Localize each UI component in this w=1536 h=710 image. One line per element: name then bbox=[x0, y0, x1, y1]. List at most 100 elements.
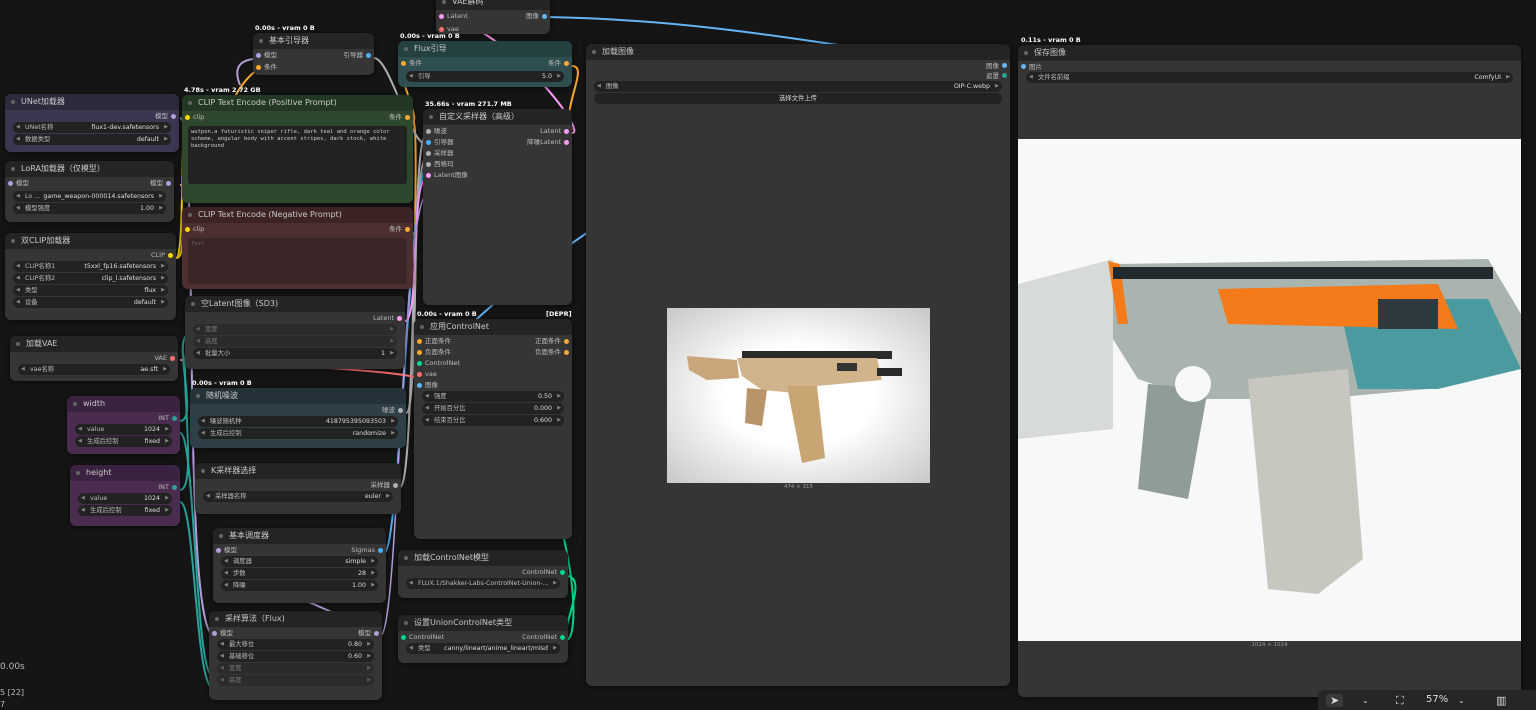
load-controlnet-node[interactable]: 加载ControlNet模型 ControlNet FLUX.1/Shakker… bbox=[398, 550, 568, 598]
negative-io[interactable]: 负面条件 负面条件 bbox=[414, 346, 572, 357]
clip-output[interactable]: CLIP bbox=[5, 249, 176, 260]
vae-decode-node[interactable]: VAE解码 Latent 图像 vae bbox=[436, 0, 550, 34]
vae-output[interactable]: VAE bbox=[10, 352, 178, 363]
strength-widget[interactable]: 强度0.50 bbox=[422, 391, 564, 402]
max-shift-widget[interactable]: 最大移位0.80 bbox=[217, 639, 374, 650]
image-input[interactable]: 图像 bbox=[414, 379, 572, 390]
denoise-widget[interactable]: 降噪1.00 bbox=[221, 580, 378, 591]
save-image-node[interactable]: 保存图像 图片 文件名前缀ComfyUI 1024 × 1024 bbox=[1018, 45, 1521, 697]
positive-io[interactable]: 正面条件 正面条件 bbox=[414, 335, 572, 346]
negative-textarea[interactable]: Text bbox=[188, 238, 407, 284]
int-output[interactable]: INT bbox=[67, 412, 180, 423]
height-value-widget[interactable]: value1024 bbox=[78, 493, 172, 504]
latent-output[interactable]: Latent bbox=[185, 312, 405, 323]
unet-name-widget[interactable]: UNet名称flux1-dev.safetensors bbox=[13, 122, 171, 133]
width-node[interactable]: width INT value1024 生成后控制fixed bbox=[67, 396, 180, 454]
random-noise-node[interactable]: 随机噪波 噪波 噪波随机种418795395093503 生成后控制random… bbox=[190, 388, 406, 448]
image-output[interactable]: 图像 bbox=[586, 60, 1010, 70]
custom-sampler-advanced-node[interactable]: 自定义采样器（高级） 噪波 Latent 引导器 降噪Latent 采样器 西格玛 … bbox=[423, 109, 572, 305]
vae-input[interactable]: vae bbox=[414, 368, 572, 379]
prompt-textarea[interactable]: wutpon,a futuristic sniper rifle, dark t… bbox=[188, 126, 407, 184]
width-widget[interactable]: 宽度 bbox=[217, 663, 374, 674]
select-tool-icon[interactable]: ➤ bbox=[1326, 694, 1344, 707]
strength-widget[interactable]: 模型强度1.00 bbox=[13, 203, 166, 214]
noise-input[interactable]: 噪波 Latent bbox=[423, 125, 572, 136]
controlnet-stat: 0.00s - vram 0 B bbox=[417, 310, 477, 318]
latent-input[interactable]: Latent图像 bbox=[436, 10, 550, 23]
zoom-chevron-icon[interactable]: ⌄ bbox=[1458, 696, 1465, 705]
latent-input[interactable]: Latent图像 bbox=[423, 169, 572, 180]
empty-latent-node[interactable]: 空Latent图像（SD3) Latent 宽度 高度 批量大小1 bbox=[185, 296, 405, 369]
node-title: VAE解码 bbox=[436, 0, 550, 10]
unet-loader-node[interactable]: UNet加载器 模型 UNet名称flux1-dev.safetensors 数… bbox=[5, 94, 179, 152]
minimap-icon[interactable]: ▥ bbox=[1496, 694, 1506, 707]
start-percent-widget[interactable]: 开始百分比0.000 bbox=[422, 403, 564, 414]
dtype-widget[interactable]: 数据类型default bbox=[13, 134, 171, 145]
controlnet-io[interactable]: ControlNet ControlNet bbox=[398, 631, 568, 642]
device-widget[interactable]: 设备default bbox=[13, 297, 168, 308]
steps-widget[interactable]: 步数28 bbox=[221, 568, 378, 579]
batch-size-widget[interactable]: 批量大小1 bbox=[193, 348, 397, 359]
width-control-widget[interactable]: 生成后控制fixed bbox=[75, 436, 172, 447]
cond-io[interactable]: 条件 条件 bbox=[398, 57, 572, 70]
model-io[interactable]: 模型 模型 bbox=[209, 627, 382, 638]
base-shift-widget[interactable]: 基础移位0.60 bbox=[217, 651, 374, 662]
chevron-down-icon[interactable]: ⌄ bbox=[1362, 696, 1369, 705]
image-select-widget[interactable]: 图像OIP-C.webp bbox=[594, 81, 1002, 92]
sampler-input[interactable]: 采样器 bbox=[423, 147, 572, 158]
vae-name-widget[interactable]: vae名称ae.sft bbox=[18, 364, 170, 375]
workflow-canvas[interactable]: VAE解码 Latent 图像 vae 0.00s - vram 0 B 基本引导… bbox=[0, 0, 1536, 710]
basic-scheduler-node[interactable]: 基本调度器 模型Sigmas 调度器simple 步数28 降噪1.00 bbox=[213, 528, 386, 603]
dual-clip-loader-node[interactable]: 双CLIP加载器 CLIP CLIP名称1t5xxl_fp16.safetens… bbox=[5, 233, 176, 320]
noise-seed-widget[interactable]: 噪波随机种418795395093503 bbox=[198, 416, 398, 427]
lora-name-widget[interactable]: Lo ...game_weapon-000014.safetensors bbox=[13, 191, 166, 202]
clip-positive-node[interactable]: CLIP Text Encode (Positive Prompt) clip 条… bbox=[182, 95, 413, 203]
clip-type-widget[interactable]: 类型flux bbox=[13, 285, 168, 296]
width-value-widget[interactable]: value1024 bbox=[75, 424, 172, 435]
sampler-name-widget[interactable]: 采样器名称euler bbox=[203, 491, 393, 502]
height-widget[interactable]: 高度 bbox=[193, 336, 397, 347]
set-union-controlnet-node[interactable]: 设置UnionControlNet类型 ControlNet ControlNet… bbox=[398, 615, 568, 663]
fit-view-icon[interactable]: ⛶ bbox=[1396, 694, 1404, 708]
controlnet-name-widget[interactable]: FLUX.1/Shakker-Labs-ControlNet-Union-... bbox=[406, 578, 560, 589]
model-io[interactable]: 模型 Sigmas bbox=[213, 544, 386, 555]
sampler-output[interactable]: 采样器 bbox=[195, 479, 401, 490]
cond-input[interactable]: 条件 bbox=[253, 61, 374, 73]
model-input[interactable]: 模型 引导器 bbox=[253, 49, 374, 61]
control-after-widget[interactable]: 生成后控制randomize bbox=[198, 428, 398, 439]
width-widget[interactable]: 宽度 bbox=[193, 324, 397, 335]
images-input[interactable]: 图片 bbox=[1018, 61, 1521, 71]
height-control-widget[interactable]: 生成后控制fixed bbox=[78, 505, 172, 516]
clip-name2-widget[interactable]: CLIP名称2clip_l.safetensors bbox=[13, 273, 168, 284]
upload-button[interactable]: 选择文件上传 bbox=[594, 93, 1002, 104]
apply-controlnet-node[interactable]: 应用ControlNet 正面条件 正面条件 负面条件 负面条件 ControlNe… bbox=[414, 319, 572, 539]
zoom-level[interactable]: 57% bbox=[1426, 694, 1448, 705]
clip-io[interactable]: clip 条件 bbox=[182, 111, 413, 124]
clip-io[interactable]: clip 条件 bbox=[182, 223, 413, 236]
basic-guider-node[interactable]: 基本引导器 模型 引导器 条件 bbox=[253, 33, 374, 75]
int-output[interactable]: INT bbox=[70, 481, 180, 492]
controlnet-input[interactable]: ControlNet bbox=[414, 357, 572, 368]
model-io[interactable]: 模型 模型 bbox=[5, 177, 174, 190]
height-node[interactable]: height INT value1024 生成后控制fixed bbox=[70, 465, 180, 526]
clip-negative-node[interactable]: CLIP Text Encode (Negative Prompt) clip 条… bbox=[182, 207, 413, 289]
lora-loader-node[interactable]: LoRA加载器（仅模型） 模型模型 Lo ...game_weapon-0000… bbox=[5, 161, 174, 222]
filename-prefix-widget[interactable]: 文件名前缀ComfyUI bbox=[1026, 72, 1513, 83]
vae-loader-node[interactable]: 加载VAE VAE vae名称ae.sft bbox=[10, 336, 178, 381]
height-widget[interactable]: 高度 bbox=[217, 675, 374, 686]
end-percent-widget[interactable]: 结束百分比0.600 bbox=[422, 415, 564, 426]
noise-output[interactable]: 噪波 bbox=[190, 404, 406, 415]
union-type-widget[interactable]: 类型canny/lineart/anime_lineart/mlsd bbox=[406, 643, 560, 654]
guidance-widget[interactable]: 引导5.0 bbox=[406, 71, 564, 82]
clip-name1-widget[interactable]: CLIP名称1t5xxl_fp16.safetensors bbox=[13, 261, 168, 272]
model-sampling-flux-node[interactable]: 采样算法（Flux) 模型模型 最大移位0.80 基础移位0.60 宽度 高度 bbox=[209, 611, 382, 700]
sigmas-input[interactable]: 西格玛 bbox=[423, 158, 572, 169]
controlnet-output[interactable]: ControlNet bbox=[398, 566, 568, 577]
load-image-node[interactable]: 加载图像 图像 遮罩 图像OIP-C.webp 选择文件上传 474 × 315 bbox=[586, 44, 1010, 686]
scheduler-widget[interactable]: 调度器simple bbox=[221, 556, 378, 567]
mask-output[interactable]: 遮罩 bbox=[586, 70, 1010, 80]
model-output[interactable]: 模型 bbox=[5, 110, 179, 121]
ksampler-select-node[interactable]: K采样器选择 采样器 采样器名称euler bbox=[195, 463, 401, 514]
guider-input[interactable]: 引导器 降噪Latent bbox=[423, 136, 572, 147]
flux-guidance-node[interactable]: Flux引导 条件条件 引导5.0 bbox=[398, 41, 572, 87]
